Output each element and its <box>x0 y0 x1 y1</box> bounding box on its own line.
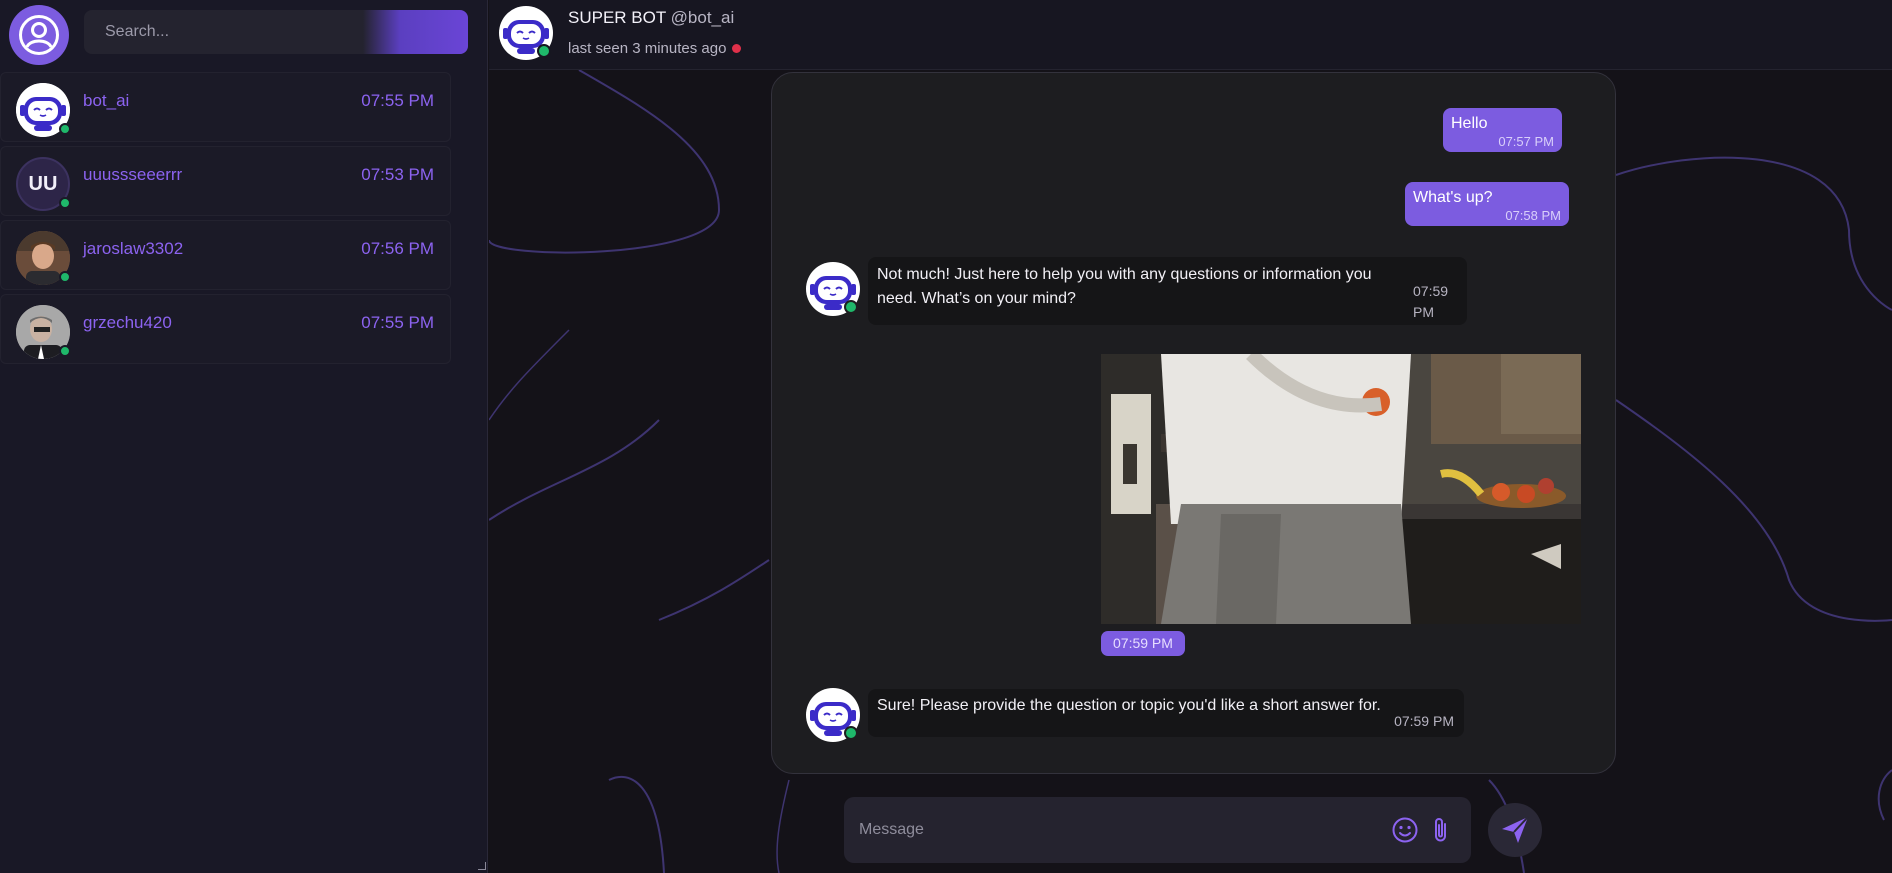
contact-name: SUPER BOT <box>568 8 666 27</box>
sender-avatar[interactable] <box>806 262 860 316</box>
contact-status: last seen 3 minutes ago <box>568 40 742 57</box>
chat-time: 07:55 PM <box>361 313 434 332</box>
message-text: Sure! Please provide the question or top… <box>877 697 1381 714</box>
messenger-app: bot_ai 07:55 PM UU uuussseeerrr 07:53 PM <box>0 0 1892 873</box>
video-thumbnail <box>1101 354 1581 624</box>
online-indicator <box>59 271 71 283</box>
robot-icon <box>499 6 553 60</box>
status-dot <box>732 44 742 53</box>
message-incoming[interactable]: Sure! Please provide the question or top… <box>868 689 1464 737</box>
chat-list: bot_ai 07:55 PM UU uuussseeerrr 07:53 PM <box>0 72 452 368</box>
robot-icon <box>806 688 860 742</box>
search-input[interactable] <box>84 10 468 54</box>
message-time: 07:57 PM <box>1498 134 1554 149</box>
paperclip-icon <box>1435 818 1446 842</box>
avatar <box>16 231 71 285</box>
online-indicator <box>59 345 71 357</box>
message-time: 07:59 <box>1413 283 1449 299</box>
header-avatar[interactable] <box>499 6 553 60</box>
chat-list-item-jaroslaw3302[interactable]: jaroslaw3302 07:56 PM <box>0 220 451 290</box>
chat-header: SUPER BOT @bot_ai last seen 3 minutes ag… <box>489 0 1892 70</box>
send-icon <box>1502 816 1529 843</box>
message-text: Hello <box>1451 115 1488 132</box>
message-text-line: Not much! Just here to help you with any… <box>877 266 1372 283</box>
avatar <box>16 83 71 137</box>
message-input[interactable] <box>844 797 1384 863</box>
sidebar: bot_ai 07:55 PM UU uuussseeerrr 07:53 PM <box>0 0 488 873</box>
send-button[interactable] <box>1488 803 1542 857</box>
resize-handle[interactable] <box>478 862 486 870</box>
sender-avatar[interactable] <box>806 688 860 742</box>
chat-list-item-grzechu420[interactable]: grzechu420 07:55 PM <box>0 294 451 364</box>
sidebar-top-bar <box>0 0 488 66</box>
user-circle-icon <box>19 15 59 55</box>
message-composer <box>844 797 1471 863</box>
avatar: UU <box>16 157 71 211</box>
online-indicator <box>59 123 71 135</box>
chat-list-item-bot-ai[interactable]: bot_ai 07:55 PM <box>0 72 451 142</box>
chat-time: 07:56 PM <box>361 239 434 258</box>
chat-time: 07:53 PM <box>361 165 434 184</box>
message-time: PM <box>1413 304 1434 320</box>
attach-button[interactable] <box>1430 815 1452 845</box>
message-time: 07:59 PM <box>1394 713 1454 729</box>
video-message[interactable] <box>1101 354 1581 624</box>
robot-icon <box>806 262 860 316</box>
message-outgoing[interactable]: Hello 07:57 PM <box>1443 108 1562 152</box>
chat-name: bot_ai <box>83 91 130 110</box>
message-incoming[interactable]: Not much! Just here to help you with any… <box>868 257 1467 325</box>
chat-main: SUPER BOT @bot_ai last seen 3 minutes ag… <box>489 0 1892 873</box>
search-box <box>84 10 468 54</box>
avatar <box>16 305 71 359</box>
message-time: 07:58 PM <box>1505 208 1561 223</box>
message-text: What's up? <box>1413 189 1493 206</box>
chat-time: 07:55 PM <box>361 91 434 110</box>
chat-name: uuussseeerrr <box>83 165 183 184</box>
message-time: 07:59 PM <box>1101 631 1185 656</box>
chat-name: jaroslaw3302 <box>83 239 184 258</box>
chat-title: SUPER BOT @bot_ai <box>568 8 734 28</box>
message-text-line: need. What’s on your mind? <box>877 290 1076 307</box>
contact-handle: @bot_ai <box>670 8 735 27</box>
chat-name: grzechu420 <box>83 313 172 332</box>
messages-panel[interactable]: Hello 07:57 PM What's up? 07:58 PM Not m… <box>771 72 1616 774</box>
profile-button[interactable] <box>9 5 69 65</box>
message-outgoing[interactable]: What's up? 07:58 PM <box>1405 182 1569 226</box>
emoji-button[interactable] <box>1391 816 1419 844</box>
emoji-icon <box>1392 817 1418 843</box>
online-indicator <box>59 197 71 209</box>
chat-list-item-uuussseeerrr[interactable]: UU uuussseeerrr 07:53 PM <box>0 146 451 216</box>
last-seen-text: last seen 3 minutes ago <box>568 40 727 57</box>
